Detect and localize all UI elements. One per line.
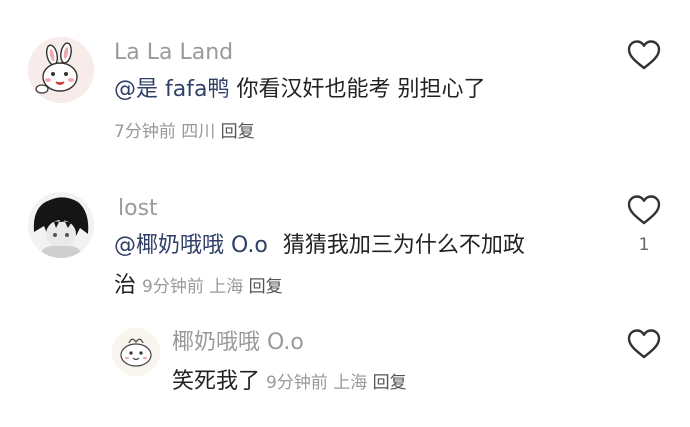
comment-text: @是 fafa鸭 你看汉奸也能考 别担心了 [114,75,584,105]
comment-item: lost @椰奶哦哦 O.o 猜猜我加三为什么不加政 治 9分钟前 上海 回复 1 [0,160,690,310]
reply-button[interactable]: 回复 [373,373,407,393]
heart-icon [627,40,661,70]
mention-link[interactable]: @是 fafa鸭 [114,77,229,102]
comment-time: 9分钟前 [142,277,204,297]
avatar[interactable] [112,328,160,376]
comment-location: 上海 [209,277,244,297]
comment-item: La La Land @是 fafa鸭 你看汉奸也能考 别担心了 7分钟前 四川… [0,0,690,160]
avatar[interactable] [28,37,94,103]
comment-meta: 9分钟前 上海 回复 [142,277,283,297]
avatar[interactable] [28,192,94,258]
mention-link[interactable]: @椰奶哦哦 O.o [114,233,268,258]
like-button[interactable] [627,39,661,71]
reply-meta: 9分钟前 上海 回复 [266,373,407,393]
comment-location: 四川 [181,122,216,142]
dark-hair-avatar-icon [28,192,94,258]
reply-item: 椰奶哦哦 O.o 笑死我了 9分钟前 上海 回复 [0,310,690,427]
reply-time: 9分钟前 [266,373,328,393]
comment-body: 猜猜我加三为什么不加政 [282,233,525,258]
heart-icon [627,329,661,359]
reply-location: 上海 [333,373,368,393]
comment-username[interactable]: La La Land [114,40,233,66]
comment-body: 你看汉奸也能考 别担心了 [229,77,486,102]
comment-text-continued: 治 9分钟前 上海 回复 [114,271,283,302]
reply-text: 笑死我了 9分钟前 上海 回复 [172,367,407,398]
comment-time: 7分钟前 [114,122,176,142]
like-button[interactable] [627,194,661,226]
doodle-avatar-icon [112,328,160,376]
comment-text: @椰奶哦哦 O.o 猜猜我加三为什么不加政 [114,231,594,261]
reply-body: 笑死我了 [172,369,261,394]
bunny-avatar-icon [28,37,94,103]
reply-button[interactable]: 回复 [221,122,255,142]
comment-username[interactable]: lost [118,196,158,222]
reply-username[interactable]: 椰奶哦哦 O.o [172,330,304,356]
like-count: 1 [638,235,650,255]
like-button[interactable] [627,328,661,360]
heart-icon [627,195,661,225]
comment-meta: 7分钟前 四川 回复 [114,120,255,144]
reply-button[interactable]: 回复 [249,277,283,297]
comment-body: 治 [114,273,137,298]
